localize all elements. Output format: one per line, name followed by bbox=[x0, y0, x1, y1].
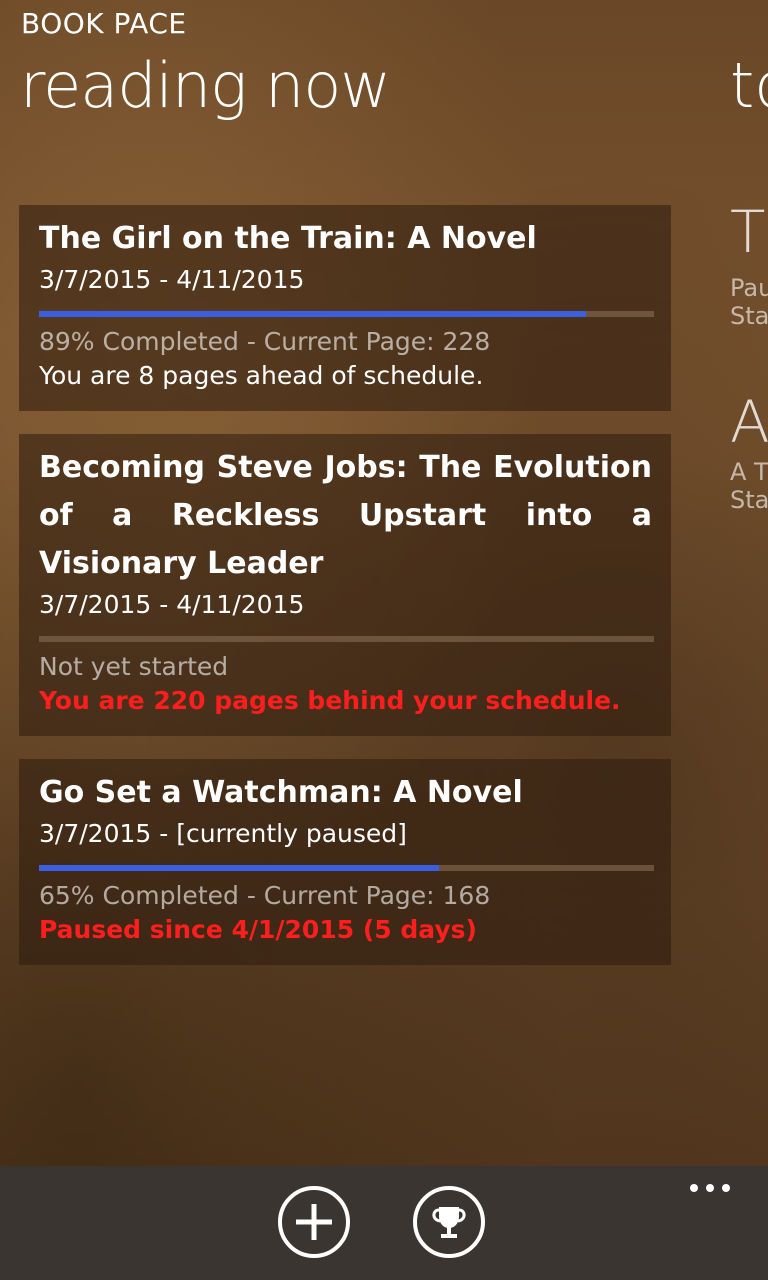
app-bar bbox=[0, 1166, 768, 1280]
pivot-header-next[interactable]: to bbox=[730, 46, 768, 126]
progress-bar-fill bbox=[39, 311, 587, 317]
schedule-status: You are 8 pages ahead of schedule. bbox=[39, 361, 484, 390]
book-title: The Girl on the Train: A Novel bbox=[39, 221, 537, 256]
peek-item-1-line1: Pau bbox=[730, 274, 768, 302]
progress-bar-fill bbox=[39, 865, 439, 871]
achievements-button[interactable] bbox=[413, 1186, 485, 1258]
more-options-button[interactable] bbox=[690, 1184, 730, 1196]
book-card[interactable]: Becoming Steve Jobs: The Evolution of a … bbox=[19, 434, 671, 736]
peek-item-2-initial: A bbox=[730, 390, 768, 456]
plus-icon bbox=[296, 1204, 332, 1240]
trophy-icon bbox=[432, 1207, 466, 1238]
book-title: Go Set a Watchman: A Novel bbox=[39, 775, 523, 810]
add-book-button[interactable] bbox=[278, 1186, 350, 1258]
book-dates: 3/7/2015 - 4/11/2015 bbox=[39, 590, 305, 619]
progress-bar bbox=[39, 636, 654, 642]
ellipsis-dot bbox=[690, 1184, 698, 1192]
book-card[interactable]: The Girl on the Train: A Novel 3/7/2015 … bbox=[19, 205, 671, 411]
book-status: 65% Completed - Current Page: 168 bbox=[39, 881, 491, 910]
book-dates: 3/7/2015 - 4/11/2015 bbox=[39, 265, 305, 294]
book-status: Not yet started bbox=[39, 652, 229, 681]
schedule-status: Paused since 4/1/2015 (5 days) bbox=[39, 915, 477, 944]
peek-item-2-line1: A T bbox=[730, 458, 768, 486]
ellipsis-dot bbox=[706, 1184, 714, 1192]
progress-bar bbox=[39, 865, 654, 871]
peek-item-1-line2: Sta bbox=[730, 302, 768, 330]
app-title: BOOK PACE bbox=[21, 7, 187, 40]
peek-item-2-line2: Sta bbox=[730, 486, 768, 514]
progress-bar bbox=[39, 311, 654, 317]
book-card[interactable]: Go Set a Watchman: A Novel 3/7/2015 - [c… bbox=[19, 759, 671, 965]
ellipsis-dot bbox=[722, 1184, 730, 1192]
schedule-status: You are 220 pages behind your schedule. bbox=[39, 686, 621, 715]
book-title: Becoming Steve Jobs: The Evolution of a … bbox=[39, 450, 652, 581]
pivot-header-reading-now[interactable]: reading now bbox=[20, 46, 391, 126]
peek-item-2: A A T Sta bbox=[730, 390, 768, 514]
peek-item-1: T Pau Sta bbox=[730, 200, 768, 330]
peek-item-1-initial: T bbox=[730, 200, 766, 266]
book-status: 89% Completed - Current Page: 228 bbox=[39, 327, 491, 356]
book-dates: 3/7/2015 - [currently paused] bbox=[39, 819, 407, 848]
